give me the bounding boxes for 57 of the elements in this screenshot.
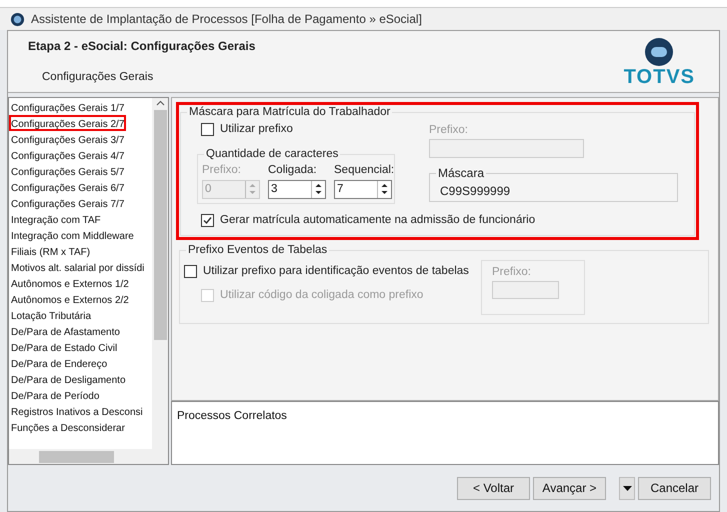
app-icon [10,12,25,26]
step-item[interactable]: De/Para de Desligamento [9,371,128,387]
logo-text: TOTVS [624,67,695,87]
step-item[interactable]: Configurações Gerais 4/7 [9,147,126,163]
step-item[interactable]: De/Para de Estado Civil [9,339,120,355]
mask-value: C99S999999 [440,182,510,200]
wizard-button[interactable]: Avançar > [533,476,606,500]
group-title: Máscara para Matrícula do Trabalhador [187,105,392,120]
group-title: Quantidade de caracteres [204,147,340,162]
step-item[interactable]: De/Para de Período [9,387,102,403]
step-subtitle: Configurações Gerais [42,70,154,85]
checkbox-label: Utilizar código da coligada como prefixo [220,288,424,303]
spinner-label: Sequencial: [334,163,394,178]
spinner-value: 0 [204,182,212,196]
prefix-field[interactable] [429,139,584,158]
wizard-button[interactable]: < Voltar [457,476,530,500]
dropdown-button[interactable] [619,476,635,500]
step-item[interactable]: Configurações Gerais 7/7 [9,195,126,211]
step-item[interactable]: Integração com TAF [9,211,103,227]
horizontal-scrollbar[interactable] [9,449,168,464]
checkbox-label: Utilizar prefixo [220,122,293,137]
window-title: Assistente de Implantação de Processos [Folha de Pagamento » eSocial] [31,11,422,28]
number-spinner[interactable]: 7 [334,180,392,198]
step-item[interactable]: De/Para de Endereço [9,355,110,371]
step-item[interactable]: Autônomos e Externos 2/2 [9,291,131,307]
checkbox-label: Gerar matrícula automaticamente na admissão de funcionário [220,212,536,228]
spinner-value: 3 [270,182,278,196]
step-item[interactable]: Configurações Gerais 2/7 [9,115,126,131]
checkbox[interactable] [201,123,214,136]
wizard-button[interactable]: Cancelar [638,476,711,500]
step-item[interactable]: Motivos alt. salarial por dissídi [9,259,146,275]
step-item[interactable]: Lotação Tributária [9,307,94,323]
step-item[interactable]: Filiais (RM x TAF) [9,243,92,259]
scrollbar[interactable] [152,98,168,449]
checkbox[interactable] [201,214,214,227]
step-title: Etapa 2 - eSocial: Configurações Gerais [28,38,256,55]
checkbox-label: Utilizar prefixo para identificação eventos de tabelas [203,264,469,279]
prefix-field[interactable] [492,281,559,299]
number-spinner[interactable]: 3 [268,180,326,198]
checkbox[interactable] [184,264,197,278]
step-item[interactable]: Configurações Gerais 3/7 [9,131,126,147]
step-item[interactable]: Registros Inativos a Desconsi [9,403,145,419]
step-item[interactable]: Funções a Desconsiderar [9,419,127,435]
field-label: Prefixo: [429,123,469,138]
field-label: Prefixo: [492,264,532,280]
spinner-value: 7 [336,182,344,196]
spinner-label: Prefixo: [202,163,242,178]
spinner-label: Coligada: [268,163,318,178]
step-item[interactable]: Configurações Gerais 6/7 [9,179,126,195]
step-item[interactable]: Configurações Gerais 5/7 [9,163,126,179]
step-item[interactable]: Configurações Gerais 1/7 [9,99,126,115]
step-item[interactable]: De/Para de Afastamento [9,323,122,339]
caret-icon [622,486,632,490]
step-item[interactable]: Integração com Middleware [9,227,136,243]
related-title: Processos Correlatos [177,410,287,422]
step-item[interactable]: Autônomos e Externos 1/2 [9,275,131,291]
logo-icon [644,37,674,67]
